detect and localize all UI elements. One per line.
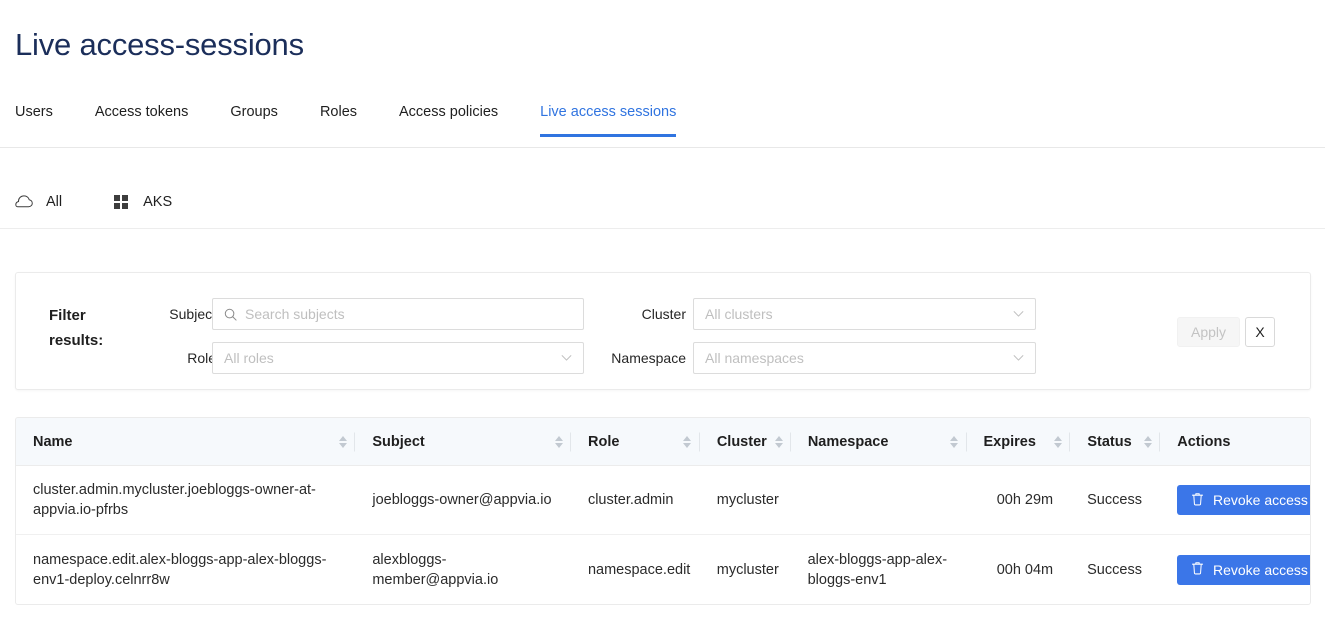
column-header-expires[interactable]: Expires	[967, 418, 1071, 466]
table-row[interactable]: namespace.edit.alex-bloggs-app-alex-blog…	[16, 535, 1310, 604]
namespace-select[interactable]: All namespaces	[693, 342, 1036, 374]
live-access-sessions-page: Live access-sessions Users Access tokens…	[0, 0, 1325, 619]
chevron-down-icon	[561, 355, 572, 362]
provider-tab-bar: All AKS	[0, 175, 1325, 229]
sort-arrows-icon	[554, 435, 563, 448]
search-icon	[224, 308, 237, 321]
column-header-namespace[interactable]: Namespace	[791, 418, 967, 466]
cell-expires: 00h 29m	[996, 492, 1054, 508]
page-title: Live access-sessions	[15, 27, 304, 62]
column-label: Namespace	[807, 433, 889, 450]
cell-actions: Revoke access	[1160, 473, 1310, 527]
revoke-access-button[interactable]: Revoke access	[1177, 554, 1310, 585]
column-header-subject[interactable]: Subject	[355, 418, 572, 466]
subtab-label: All	[46, 193, 63, 210]
tab-groups[interactable]: Groups	[230, 104, 278, 136]
role-select[interactable]: All roles	[212, 342, 584, 374]
filter-panel: Filter results: Subject Search subjects …	[15, 272, 1311, 390]
sort-arrows-icon	[950, 435, 959, 448]
primary-tab-bar: Users Access tokens Groups Roles Access …	[0, 104, 1325, 148]
column-label: Role	[588, 433, 620, 450]
column-header-actions: Actions	[1160, 418, 1310, 466]
tab-access-policies[interactable]: Access policies	[399, 104, 498, 136]
cluster-select[interactable]: All clusters	[693, 298, 1036, 330]
column-label: Status	[1087, 433, 1132, 450]
cell-namespace: alex-bloggs-app-alex-bloggs-env1	[807, 551, 948, 588]
cell-status: Success	[1087, 561, 1142, 578]
revoke-access-label: Revoke access	[1213, 492, 1308, 508]
column-header-name[interactable]: Name	[16, 418, 356, 466]
cluster-select-value: All clusters	[705, 306, 773, 322]
cell-status: Success	[1087, 492, 1142, 508]
tab-roles[interactable]: Roles	[320, 104, 357, 136]
column-label: Cluster	[716, 433, 767, 450]
sort-arrows-icon	[683, 435, 692, 448]
trash-icon	[1191, 561, 1204, 578]
grid-icon	[112, 193, 130, 211]
cell-role: cluster.admin	[587, 492, 674, 508]
tab-label: Groups	[230, 104, 278, 120]
tab-access-tokens[interactable]: Access tokens	[95, 104, 189, 136]
cell-cluster: mycluster	[716, 561, 779, 578]
tab-label: Users	[15, 104, 53, 120]
tab-label: Access policies	[399, 104, 499, 120]
cell-subject: joebloggs-owner@appvia.io	[372, 492, 552, 508]
filter-title-line2: results:	[49, 332, 104, 349]
subtab-aks[interactable]: AKS	[112, 193, 172, 211]
column-label: Actions	[1177, 433, 1231, 450]
tab-label: Roles	[319, 104, 358, 120]
sort-arrows-icon	[338, 435, 347, 448]
sort-arrows-icon	[775, 435, 784, 448]
namespace-select-value: All namespaces	[705, 350, 804, 366]
cloud-icon	[15, 193, 33, 211]
cell-actions: Revoke access	[1160, 543, 1310, 597]
tab-live-access-sessions[interactable]: Live access sessions	[540, 104, 677, 137]
column-label: Subject	[372, 433, 425, 450]
subtab-all[interactable]: All	[15, 193, 62, 211]
cell-namespace	[791, 488, 967, 512]
clear-filters-button[interactable]: X	[1245, 317, 1275, 347]
role-select-value: All roles	[224, 350, 274, 366]
search-input-placeholder: Search subjects	[245, 306, 345, 322]
column-header-role[interactable]: Role	[571, 418, 700, 466]
sort-arrows-icon	[1143, 435, 1152, 448]
access-sessions-table: Name Subject Role Cluster Namespace Expi…	[15, 417, 1311, 605]
cell-role: namespace.edit	[587, 561, 691, 578]
subtab-label: AKS	[143, 193, 173, 210]
cell-expires: 00h 04m	[996, 561, 1054, 578]
cell-name: namespace.edit.alex-bloggs-app-alex-blog…	[33, 551, 327, 588]
tab-label: Access tokens	[94, 104, 189, 120]
cluster-label: Cluster	[641, 306, 686, 322]
chevron-down-icon	[1013, 311, 1024, 318]
filter-panel-title: Filter results:	[49, 303, 144, 353]
sort-arrows-icon	[1053, 435, 1062, 448]
revoke-access-button[interactable]: Revoke access	[1177, 485, 1310, 515]
cell-subject: alexbloggs-member@appvia.io	[372, 551, 499, 588]
subject-label: Subject	[169, 306, 216, 322]
column-header-status[interactable]: Status	[1070, 418, 1161, 466]
filter-title-line1: Filter	[49, 307, 86, 324]
namespace-label: Namespace	[611, 350, 686, 366]
cell-name: cluster.admin.mycluster.joebloggs-owner-…	[33, 482, 316, 518]
tab-users[interactable]: Users	[15, 104, 53, 136]
revoke-access-label: Revoke access	[1213, 561, 1308, 578]
search-input[interactable]: Search subjects	[212, 298, 584, 330]
chevron-down-icon	[1013, 355, 1024, 362]
column-header-cluster[interactable]: Cluster	[700, 418, 791, 466]
table-header-row: Name Subject Role Cluster Namespace Expi…	[16, 418, 1310, 466]
apply-filters-button[interactable]: Apply	[1177, 317, 1241, 347]
trash-icon	[1191, 492, 1204, 509]
tab-label: Live access sessions	[540, 104, 677, 120]
column-label: Name	[33, 433, 73, 450]
table-row[interactable]: cluster.admin.mycluster.joebloggs-owner-…	[16, 466, 1310, 535]
role-label: Role	[187, 350, 216, 366]
cell-cluster: mycluster	[716, 492, 779, 508]
column-label: Expires	[983, 433, 1036, 450]
